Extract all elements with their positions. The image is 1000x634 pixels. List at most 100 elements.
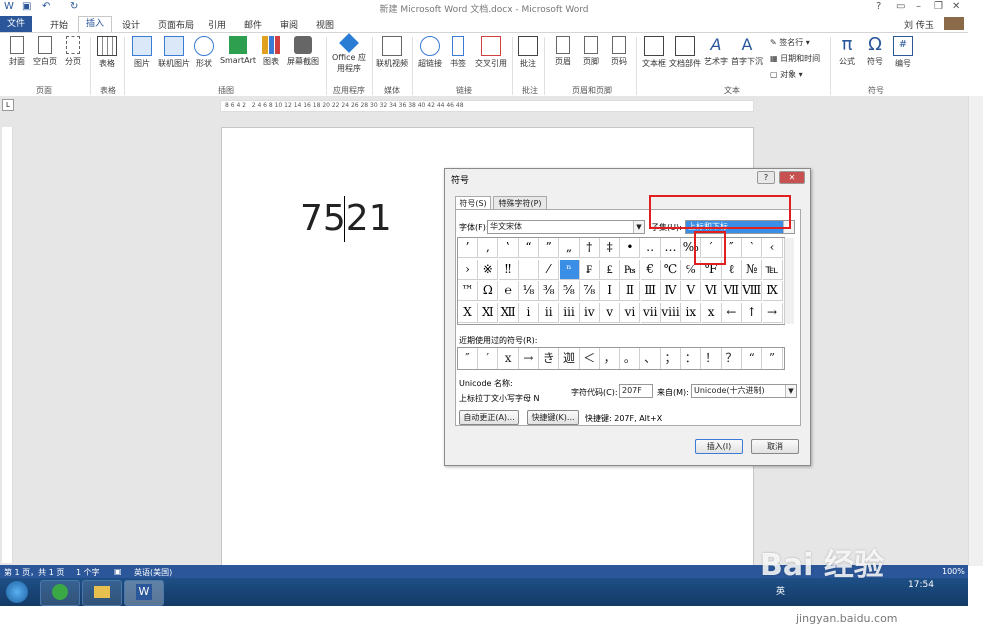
- symbol-cell[interactable]: ⅜: [539, 281, 560, 301]
- symbol-cell[interactable]: Ⅱ: [620, 281, 641, 301]
- symbol-cell[interactable]: ‡: [600, 238, 621, 258]
- symbol-cell[interactable]: →: [762, 302, 783, 323]
- symbol-cell[interactable]: ‛: [498, 238, 519, 258]
- cross-reference-button[interactable]: 交叉引用: [472, 36, 510, 69]
- tab-selector[interactable]: L: [2, 99, 14, 111]
- recent-symbol-cell[interactable]: ；: [661, 348, 681, 369]
- recent-symbol-cell[interactable]: ：: [681, 348, 702, 369]
- smartart-button[interactable]: SmartArt: [218, 36, 258, 65]
- recent-symbol-cell[interactable]: ！: [702, 348, 722, 369]
- symbol-cell[interactable]: ↑: [742, 302, 763, 323]
- text-box-button[interactable]: 文本框: [640, 36, 668, 69]
- ime-indicator[interactable]: 英: [776, 584, 785, 597]
- symbol-cell[interactable]: …: [661, 238, 681, 258]
- clock[interactable]: 17:54: [908, 580, 934, 590]
- symbol-cell[interactable]: Ⅴ: [681, 281, 702, 301]
- tab-symbols[interactable]: 符号(S): [455, 196, 491, 210]
- symbol-cell[interactable]: ⁿ: [559, 259, 580, 280]
- symbol-cell[interactable]: №: [742, 259, 763, 280]
- tab-mailings[interactable]: 邮件: [244, 18, 262, 31]
- table-button[interactable]: 表格: [94, 36, 120, 69]
- recent-symbol-cell[interactable]: ”: [763, 348, 783, 369]
- tab-special-chars[interactable]: 特殊字符(P): [493, 196, 547, 210]
- from-select[interactable]: Unicode(十六进制) ▼: [691, 384, 797, 398]
- symbol-cell[interactable]: ⅰ: [518, 302, 539, 323]
- dialog-help-button[interactable]: ?: [757, 171, 775, 184]
- grid-scrollbar[interactable]: [784, 238, 794, 324]
- symbol-cell[interactable]: ‹: [762, 238, 783, 258]
- close-icon[interactable]: ✕: [952, 1, 960, 12]
- symbol-cell[interactable]: „: [559, 238, 580, 258]
- symbol-cell[interactable]: ⅵ: [620, 302, 641, 323]
- document-text[interactable]: 7521: [300, 198, 392, 239]
- tab-home[interactable]: 开始: [50, 18, 68, 31]
- minimize-icon[interactable]: –: [916, 1, 921, 12]
- symbol-cell[interactable]: Ⅲ: [640, 281, 661, 301]
- symbol-cell[interactable]: €: [640, 259, 661, 280]
- symbol-cell[interactable]: “: [518, 238, 539, 258]
- tab-view[interactable]: 视图: [316, 18, 334, 31]
- symbol-cell[interactable]: ₤: [600, 259, 621, 280]
- cancel-button[interactable]: 取消: [751, 439, 799, 454]
- recent-symbol-cell[interactable]: ′: [478, 348, 499, 369]
- vertical-scrollbar[interactable]: [968, 96, 983, 566]
- help-button[interactable]: ?: [876, 1, 881, 12]
- symbol-cell[interactable]: Ⅹ: [458, 302, 478, 323]
- horizontal-ruler[interactable]: 8 6 4 2 2 4 6 8 10 12 14 16 18 20 22 24 …: [220, 100, 754, 112]
- symbol-cell[interactable]: ※: [478, 259, 499, 280]
- taskbar-ie[interactable]: [40, 580, 80, 606]
- symbol-cell[interactable]: Ⅷ: [742, 281, 763, 301]
- tab-file[interactable]: 文件: [0, 16, 32, 32]
- symbol-cell[interactable]: ℃: [661, 259, 681, 280]
- recent-symbol-cell[interactable]: ，: [600, 348, 621, 369]
- word-count[interactable]: 1 个字: [76, 567, 100, 578]
- tab-insert[interactable]: 插入: [78, 16, 112, 32]
- ribbon-display-icon[interactable]: ▭: [896, 1, 905, 12]
- page-count[interactable]: 第 1 页，共 1 页: [4, 567, 64, 578]
- dialog-close-button[interactable]: ✕: [779, 171, 805, 184]
- insert-button[interactable]: 插入(I): [695, 439, 743, 454]
- symbol-cell[interactable]: Ⅰ: [600, 281, 621, 301]
- symbol-cell[interactable]: ⅞: [579, 281, 600, 301]
- symbol-cell[interactable]: ™: [458, 281, 478, 301]
- symbol-cell[interactable]: ⅸ: [681, 302, 702, 323]
- autocorrect-button[interactable]: 自动更正(A)...: [459, 410, 519, 425]
- bookmark-button[interactable]: 书签: [446, 36, 470, 69]
- symbol-cell[interactable]: ℮: [498, 281, 519, 301]
- equation-button[interactable]: π 公式: [834, 36, 860, 67]
- recent-symbol-cell[interactable]: x: [499, 348, 519, 369]
- symbol-cell[interactable]: Ω: [478, 281, 499, 301]
- symbol-cell[interactable]: Ⅸ: [762, 281, 783, 301]
- recent-symbol-cell[interactable]: 。: [620, 348, 641, 369]
- symbol-cell[interactable]: ⅷ: [661, 302, 681, 323]
- tab-layout[interactable]: 页面布局: [158, 18, 194, 31]
- recent-symbol-cell[interactable]: →: [519, 348, 539, 369]
- cover-page-button[interactable]: 封面: [4, 36, 30, 67]
- symbol-cell[interactable]: •: [620, 238, 641, 258]
- symbol-cell[interactable]: †: [579, 238, 600, 258]
- symbol-cell[interactable]: Ⅻ: [498, 302, 519, 323]
- symbol-cell[interactable]: ℡: [762, 259, 783, 280]
- chart-button[interactable]: 图表: [258, 36, 284, 67]
- number-button[interactable]: # 编号: [890, 36, 916, 69]
- symbol-cell[interactable]: ›: [458, 259, 478, 280]
- avatar[interactable]: [944, 17, 964, 30]
- language[interactable]: 英语(美国): [134, 567, 172, 578]
- quick-parts-button[interactable]: 文档部件: [668, 36, 702, 69]
- recent-symbol-cell[interactable]: き: [539, 348, 560, 369]
- online-video-button[interactable]: 联机视频: [374, 36, 410, 69]
- recent-symbol-cell[interactable]: ＜: [580, 348, 600, 369]
- symbol-cell[interactable]: ←: [721, 302, 742, 323]
- symbol-cell[interactable]: ⅛: [518, 281, 539, 301]
- user-name[interactable]: 刘 传玉: [904, 18, 934, 31]
- screenshot-button[interactable]: 屏幕截图: [284, 36, 322, 67]
- recent-symbol-cell[interactable]: ？: [722, 348, 742, 369]
- symbol-cell[interactable]: ₣: [579, 259, 600, 280]
- symbol-cell[interactable]: ₧: [620, 259, 641, 280]
- shortcut-key-button[interactable]: 快捷键(K)...: [527, 410, 579, 425]
- recent-symbol-cell[interactable]: “: [742, 348, 763, 369]
- hyperlink-button[interactable]: 超链接: [416, 36, 444, 69]
- proofing-icon[interactable]: ▣: [114, 567, 122, 576]
- picture-button[interactable]: 图片: [128, 36, 156, 69]
- symbol-cell[interactable]: ‵: [742, 238, 763, 258]
